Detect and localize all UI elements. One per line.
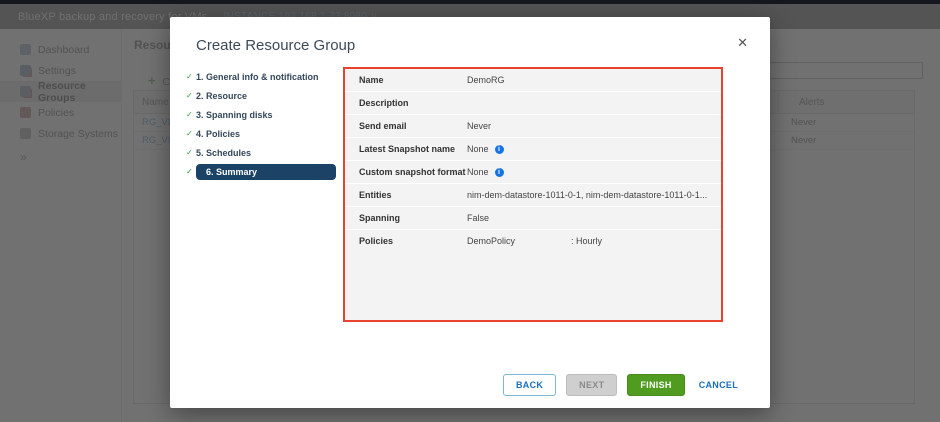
summary-value: None — [467, 167, 489, 177]
summary-policy-name: DemoPolicy — [467, 236, 523, 246]
check-icon: ✓ — [186, 129, 196, 138]
close-icon[interactable]: ✕ — [737, 35, 748, 51]
summary-label: Send email — [345, 121, 467, 131]
step-label: 2. Resource — [196, 91, 247, 101]
step-label: 1. General info & notification — [196, 72, 319, 82]
summary-value: nim-dem-datastore-1011-0-1, nim-dem-data… — [467, 190, 707, 200]
summary-value: None — [467, 144, 489, 154]
summary-label: Entities — [345, 190, 467, 200]
step-policies[interactable]: ✓ 4. Policies — [186, 124, 341, 143]
summary-row-latest-snapshot-name: Latest Snapshot name None i — [345, 138, 721, 161]
step-label: 6. Summary — [196, 164, 336, 180]
summary-label: Latest Snapshot name — [345, 144, 467, 154]
summary-policy-schedule: : Hourly — [571, 236, 602, 246]
step-label: 4. Policies — [196, 129, 240, 139]
check-icon: ✓ — [186, 72, 196, 81]
summary-value: False — [467, 213, 489, 223]
summary-row-spanning: Spanning False — [345, 207, 721, 230]
summary-panel-highlighted: Name DemoRG Description Send email Never… — [343, 67, 723, 322]
summary-label: Description — [345, 98, 467, 108]
summary-row-description: Description — [345, 92, 721, 115]
check-icon: ✓ — [186, 91, 196, 100]
step-label: 3. Spanning disks — [196, 110, 273, 120]
summary-row-custom-snapshot-format: Custom snapshot format None i — [345, 161, 721, 184]
wizard-steps: ✓ 1. General info & notification ✓ 2. Re… — [186, 67, 341, 181]
summary-label: Custom snapshot format — [345, 167, 467, 177]
summary-row-policies: Policies DemoPolicy : Hourly — [345, 230, 721, 252]
summary-row-send-email: Send email Never — [345, 115, 721, 138]
summary-label: Spanning — [345, 213, 467, 223]
summary-value: DemoRG — [467, 75, 505, 85]
finish-button[interactable]: FINISH — [627, 374, 684, 396]
back-button[interactable]: BACK — [503, 374, 556, 396]
step-resource[interactable]: ✓ 2. Resource — [186, 86, 341, 105]
next-button[interactable]: NEXT — [566, 374, 617, 396]
check-icon: ✓ — [186, 167, 196, 176]
summary-value: Never — [467, 121, 491, 131]
summary-label: Policies — [345, 236, 467, 246]
step-spanning-disks[interactable]: ✓ 3. Spanning disks — [186, 105, 341, 124]
summary-label: Name — [345, 75, 467, 85]
info-icon[interactable]: i — [495, 168, 504, 177]
summary-row-entities: Entities nim-dem-datastore-1011-0-1, nim… — [345, 184, 721, 207]
cancel-button[interactable]: CANCEL — [695, 375, 742, 395]
dialog-title: Create Resource Group — [196, 37, 355, 54]
check-icon: ✓ — [186, 148, 196, 157]
create-resource-group-dialog: Create Resource Group ✕ ✓ 1. General inf… — [170, 17, 770, 408]
summary-row-name: Name DemoRG — [345, 69, 721, 92]
screen: BlueXP backup and recovery for VMs INSTA… — [0, 0, 940, 422]
window-top-edge — [0, 0, 940, 4]
step-summary[interactable]: ✓ 6. Summary — [186, 162, 341, 181]
step-schedules[interactable]: ✓ 5. Schedules — [186, 143, 341, 162]
step-label: 5. Schedules — [196, 148, 251, 158]
step-general-info[interactable]: ✓ 1. General info & notification — [186, 67, 341, 86]
check-icon: ✓ — [186, 110, 196, 119]
info-icon[interactable]: i — [495, 145, 504, 154]
dialog-footer: BACK NEXT FINISH CANCEL — [503, 374, 742, 396]
